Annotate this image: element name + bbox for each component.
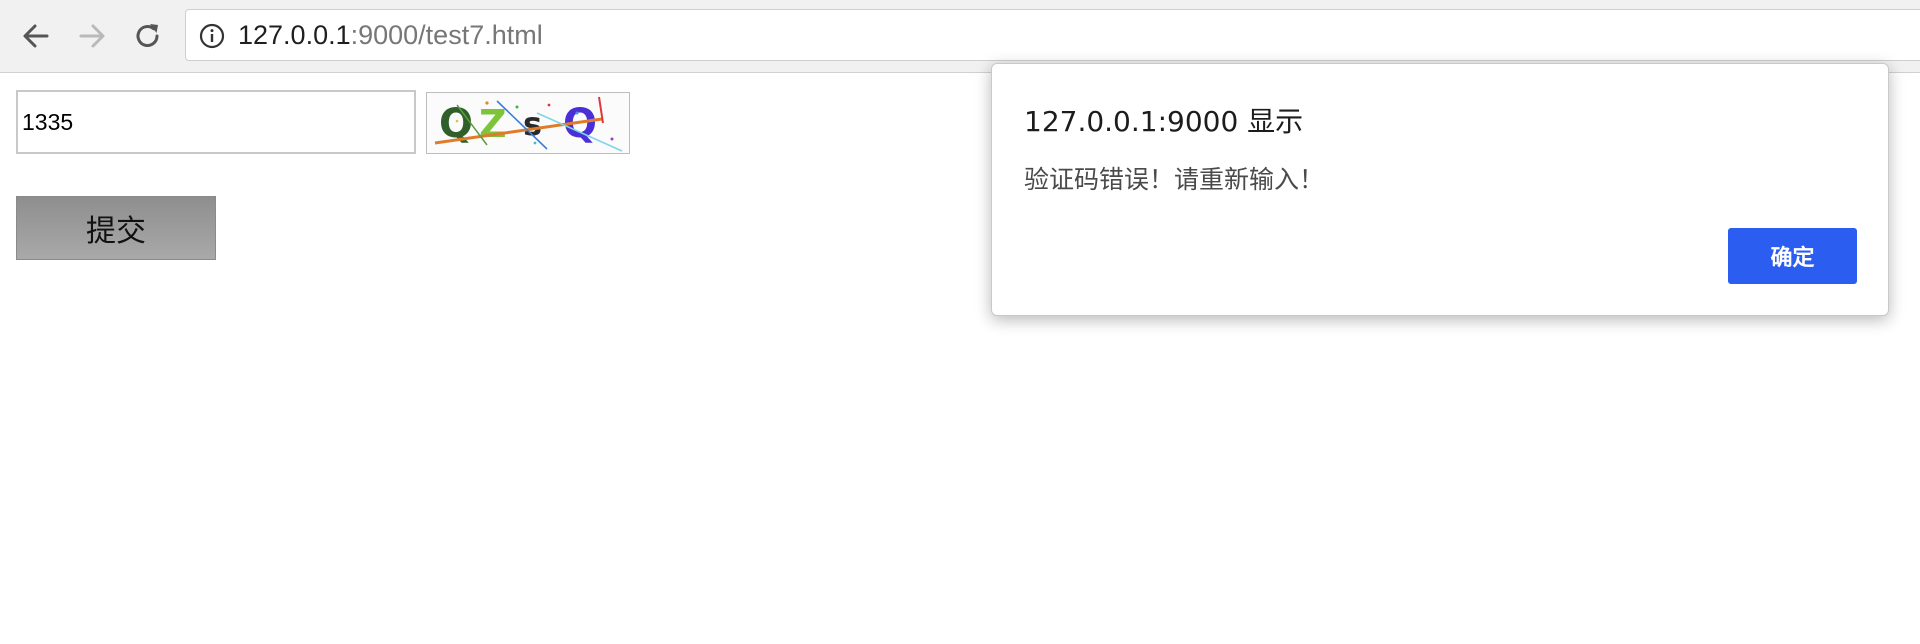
info-circle-icon[interactable] [199, 23, 225, 49]
captcha-input[interactable] [16, 90, 416, 154]
alert-dialog: 127.0.0.1:9000 显示 验证码错误！请重新输入！ 确定 [991, 63, 1889, 316]
dialog-title: 127.0.0.1:9000 显示 [1024, 105, 1304, 138]
back-button[interactable] [14, 14, 58, 58]
url-text: 127.0.0.1:9000/test7.html [238, 19, 543, 51]
ok-button[interactable]: 确定 [1728, 228, 1857, 284]
arrow-right-icon [79, 24, 105, 48]
captcha-graphic: Q Z s Q [427, 93, 629, 153]
svg-text:s: s [523, 105, 542, 143]
reload-button[interactable] [126, 14, 170, 58]
url-host: 127.0.0.1 [238, 20, 351, 50]
address-bar[interactable]: 127.0.0.1:9000/test7.html [185, 9, 1920, 61]
forward-button[interactable] [70, 14, 114, 58]
dialog-message: 验证码错误！请重新输入！ [1024, 165, 1325, 194]
submit-button[interactable]: 提交 [16, 196, 216, 260]
url-path: :9000/test7.html [350, 20, 543, 50]
reload-icon [136, 24, 159, 47]
arrow-left-icon [23, 24, 49, 48]
captcha-image[interactable]: Q Z s Q [426, 92, 630, 154]
